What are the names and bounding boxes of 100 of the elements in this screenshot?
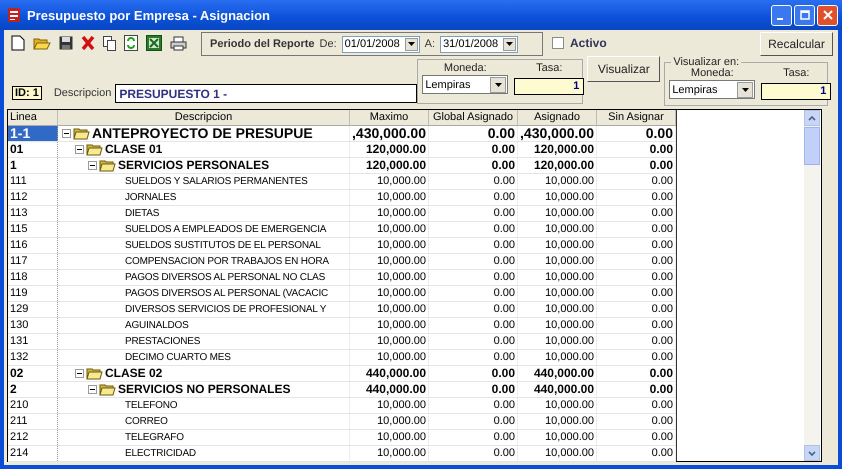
tree-toggle-icon[interactable] (88, 385, 97, 394)
table-cell: 131 (8, 334, 58, 349)
tree-toggle-icon[interactable] (75, 145, 84, 154)
printer-icon[interactable] (170, 36, 187, 50)
grid-row[interactable]: 131 PRESTACIONES 10,000.00 0.00 10,000.00 0.00 (8, 334, 676, 350)
maximize-button[interactable] (794, 4, 815, 26)
table-cell: 0.00 (597, 142, 676, 157)
from-label: De: (320, 38, 337, 50)
table-cell: 10,000.00 (350, 254, 429, 269)
table-cell: 440,000.00 (518, 366, 597, 381)
grid-row[interactable]: 2 SERVICIOS NO PERSONALES 440,000.00 0.00 440,000.00 0.00 (8, 382, 676, 398)
to-date-field[interactable]: 31/01/2008 (440, 36, 518, 52)
grid-row[interactable]: 116 SUELDOS SUSTITUTOS DE EL PERSONAL 10,000.00 0.00 10,000.00 0.00 (8, 238, 676, 254)
recalcular-button[interactable]: Recalcular (760, 32, 833, 56)
visualizar-button[interactable]: Visualizar (587, 56, 660, 82)
refresh-document-icon[interactable] (124, 35, 138, 51)
grid-row[interactable]: 1 SERVICIOS PERSONALES 120,000.00 0.00 120,000.00 0.00 (8, 158, 676, 174)
grid-row[interactable]: 212 TELEGRAFO 10,000.00 0.00 10,000.00 0.00 (8, 430, 676, 446)
table-cell: 0.00 (429, 366, 518, 381)
activo-checkbox[interactable] (552, 37, 564, 49)
tasa-field[interactable]: 1 (761, 83, 832, 100)
spreadsheet-icon[interactable] (146, 35, 162, 51)
table-cell: 210 (8, 398, 58, 413)
descripcion-field[interactable]: PRESUPUESTO 1 - (115, 84, 418, 103)
table-cell: 0.00 (597, 206, 676, 221)
column-header[interactable]: Linea (8, 110, 58, 125)
grid-row[interactable]: 211 CORREO 10,000.00 0.00 10,000.00 0.00 (8, 414, 676, 430)
column-header[interactable]: Global Asignado (429, 110, 518, 125)
table-cell: 10,000.00 (518, 174, 597, 189)
grid-row[interactable]: 129 DIVERSOS SERVICIOS DE PROFESIONAL Y 10,000.00 0.00 10,000.00 0.00 (8, 302, 676, 318)
table-cell: 0.00 (597, 334, 676, 349)
table-cell: 120,000.00 (518, 142, 597, 157)
table-cell: 0.00 (429, 222, 518, 237)
scroll-thumb[interactable] (804, 127, 820, 165)
table-cell: 1-1 (8, 126, 58, 141)
table-cell: 0.00 (429, 350, 518, 365)
table-cell: 10,000.00 (518, 222, 597, 237)
grid-row[interactable]: 02 CLASE 02 440,000.00 0.00 440,000.00 0.00 (8, 366, 676, 382)
scrollbar[interactable] (804, 110, 820, 461)
table-cell: 212 (8, 430, 58, 445)
grid-row[interactable]: 115 SUELDOS A EMPLEADOS DE EMERGENCIA 10,000.00 0.00 10,000.00 0.00 (8, 222, 676, 238)
grid-row[interactable]: 130 AGUINALDOS 10,000.00 0.00 10,000.00 0.00 (8, 318, 676, 334)
grid-row[interactable]: 118 PAGOS DIVERSOS AL PERSONAL NO CLAS 10,000.00 0.00 10,000.00 0.00 (8, 270, 676, 286)
tree-toggle-icon[interactable] (75, 369, 84, 378)
column-header[interactable]: Asignado (518, 110, 597, 125)
grid-row[interactable]: 214 ELECTRICIDAD 10,000.00 0.00 10,000.00 0.00 (8, 446, 676, 462)
table-cell-text: PAGOS DIVERSOS AL PERSONAL (VACACIC (125, 287, 328, 301)
minimize-button[interactable] (771, 4, 792, 26)
grid-row[interactable]: 117 COMPENSACION POR TRABAJOS EN HORA 10,000.00 0.00 10,000.00 0.00 (8, 254, 676, 270)
tree-toggle-icon[interactable] (62, 129, 71, 138)
table-cell: 0.00 (597, 430, 676, 445)
table-cell: 119 (8, 286, 58, 301)
new-document-icon[interactable] (11, 35, 25, 51)
table-cell: 10,000.00 (350, 238, 429, 253)
table-cell: ,430,000.00 (350, 126, 429, 141)
column-header[interactable]: Maximo (350, 110, 429, 125)
delete-icon[interactable] (81, 35, 95, 51)
id-badge: ID: 1 (12, 86, 42, 100)
table-cell: 0.00 (597, 174, 676, 189)
table-cell: 0.00 (597, 318, 676, 333)
grid-row[interactable]: 119 PAGOS DIVERSOS AL PERSONAL (VACACIC 10,000.00 0.00 10,000.00 0.00 (8, 286, 676, 302)
folder-icon (86, 143, 103, 156)
grid-row[interactable]: 01 CLASE 01 120,000.00 0.00 120,000.00 0.00 (8, 142, 676, 158)
grid-row[interactable]: 1-1 ANTEPROYECTO DE PRESUPUE ,430,000.00 0.00 ,430,000.00 0.00 (8, 126, 676, 142)
descripcion-label: Descripcion (54, 87, 112, 99)
table-cell: 214 (8, 446, 58, 461)
column-header[interactable]: Descripcion (58, 110, 350, 125)
folder-icon (99, 159, 116, 172)
scroll-down-icon[interactable] (808, 450, 816, 456)
table-cell: 0.00 (597, 302, 676, 317)
grid-row[interactable]: 111 SUELDOS Y SALARIOS PERMANENTES 10,000.00 0.00 10,000.00 0.00 (8, 174, 676, 190)
table-cell: 0.00 (597, 446, 676, 461)
column-header[interactable]: Sin Asignar (597, 110, 676, 125)
open-folder-icon[interactable] (33, 36, 51, 50)
table-cell: 10,000.00 (518, 190, 597, 205)
table-cell-text: COMPENSACION POR TRABAJOS EN HORA (125, 255, 329, 269)
save-icon[interactable] (59, 36, 73, 50)
minimize-icon (776, 18, 782, 20)
close-button[interactable] (817, 4, 838, 26)
grid-row[interactable]: 112 JORNALES 10,000.00 0.00 10,000.00 0.00 (8, 190, 676, 206)
grid-row[interactable]: 210 TELEFONO 10,000.00 0.00 10,000.00 0.00 (8, 398, 676, 414)
tree-toggle-icon[interactable] (88, 161, 97, 170)
table-cell: 10,000.00 (350, 350, 429, 365)
table-cell-text: SUELDOS A EMPLEADOS DE EMERGENCIA (125, 223, 326, 237)
to-label: A: (424, 38, 436, 50)
tasa-field[interactable]: 1 (514, 78, 584, 95)
moneda-dropdown[interactable]: Lempiras (422, 75, 508, 94)
table-cell: 0.00 (429, 302, 518, 317)
moneda-dropdown[interactable]: Lempiras (669, 80, 756, 99)
table-cell: 0.00 (429, 254, 518, 269)
scroll-up-icon[interactable] (808, 116, 816, 120)
table-cell: 0.00 (429, 174, 518, 189)
table-cell: 113 (8, 206, 58, 221)
table-cell: SERVICIOS NO PERSONALES (118, 382, 290, 397)
from-date-field[interactable]: 01/01/2008 (342, 36, 420, 52)
grid-row[interactable]: 113 DIETAS 10,000.00 0.00 10,000.00 0.00 (8, 206, 676, 222)
grid-row[interactable]: 132 DECIMO CUARTO MES 10,000.00 0.00 10,000.00 0.00 (8, 350, 676, 366)
table-cell: 10,000.00 (518, 398, 597, 413)
copy-icon[interactable] (103, 36, 116, 50)
table-cell: 1 (8, 158, 58, 173)
